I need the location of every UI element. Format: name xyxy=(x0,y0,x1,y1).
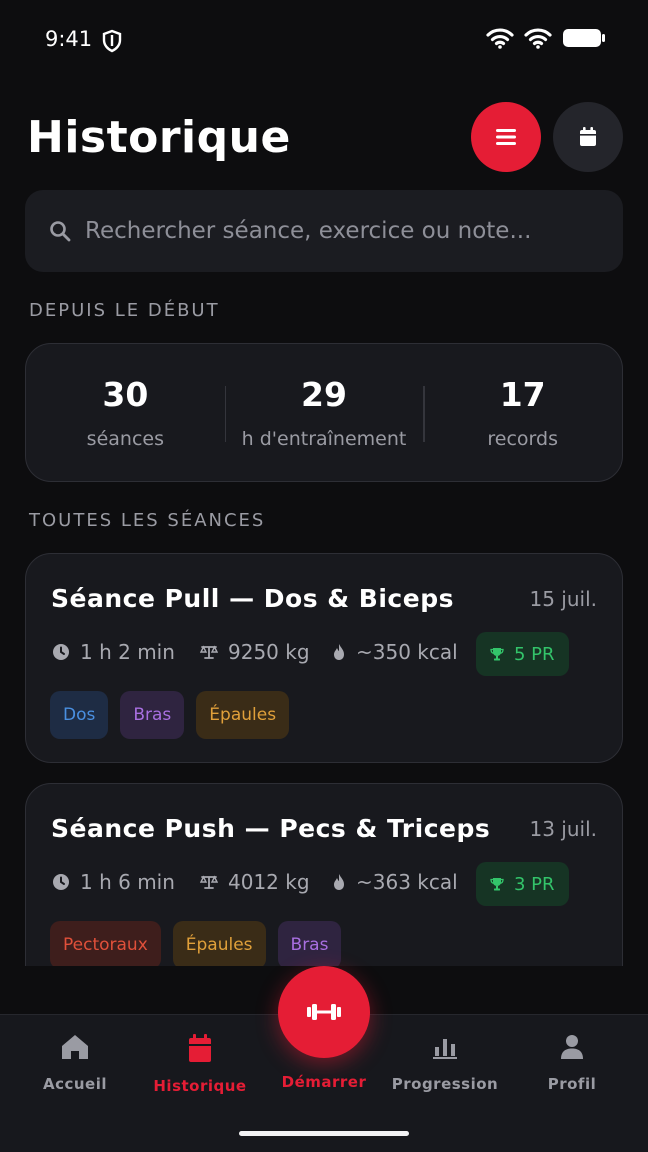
tag[interactable]: Épaules xyxy=(172,921,266,966)
stat-value: 17 xyxy=(499,375,546,414)
status-icons xyxy=(486,27,606,49)
scale-icon xyxy=(200,875,218,889)
stat-label: h d'entraînement xyxy=(241,428,407,450)
sessions-list[interactable]: Séance Pull — Dos & Biceps 15 juil. 1 h … xyxy=(0,552,648,966)
nav-item-historique[interactable]: Historique xyxy=(140,1015,260,1095)
stat-value: 30 xyxy=(102,375,149,414)
session-volume: 4012 kg xyxy=(200,870,310,894)
session-date: 13 juil. xyxy=(529,817,597,841)
home-indicator xyxy=(239,1131,409,1136)
session-card[interactable]: Séance Push — Pecs & Triceps 13 juil. 1 … xyxy=(25,783,623,966)
nav-label: Progression xyxy=(391,1075,499,1093)
status-bar: 9:41 xyxy=(0,0,648,80)
nav-label: Profil xyxy=(547,1075,597,1093)
pr-badge: 3 PR xyxy=(476,862,569,906)
tag[interactable]: Pectoraux xyxy=(50,921,161,966)
tag[interactable]: Dos xyxy=(50,691,109,739)
muscle-tags: Pectoraux Épaules Bras xyxy=(50,921,342,966)
search-icon xyxy=(50,221,71,242)
stat-records: 17 records xyxy=(423,344,622,481)
calendar-button[interactable] xyxy=(553,102,623,172)
nav-item-profil[interactable]: Profil xyxy=(512,1015,632,1093)
stat-hours: 29 h d'entraînement xyxy=(224,344,424,481)
trophy-icon xyxy=(490,648,504,661)
home-icon xyxy=(62,1035,88,1059)
trophy-icon xyxy=(490,878,504,891)
tag[interactable]: Bras xyxy=(120,691,185,739)
user-icon xyxy=(561,1035,583,1059)
clock-icon xyxy=(53,644,69,660)
stat-sessions: 30 séances xyxy=(26,344,225,481)
tag[interactable]: Épaules xyxy=(196,691,290,739)
menu-icon xyxy=(496,129,516,145)
calendar-icon xyxy=(580,127,596,146)
summary-section-label: DEPUIS LE DÉBUT xyxy=(29,300,220,321)
wifi-icon xyxy=(524,28,552,49)
search-input[interactable] xyxy=(85,218,585,244)
stat-label: séances xyxy=(86,428,164,450)
dumbbell-icon xyxy=(307,1004,341,1020)
bar-chart-icon xyxy=(433,1039,457,1059)
session-card[interactable]: Séance Pull — Dos & Biceps 15 juil. 1 h … xyxy=(25,553,623,763)
session-calories: ~350 kcal xyxy=(332,640,458,664)
session-duration: 1 h 2 min xyxy=(52,640,175,664)
session-volume: 9250 kg xyxy=(200,640,310,664)
shield-icon xyxy=(102,29,122,53)
flame-icon xyxy=(334,644,344,660)
wifi-icon xyxy=(486,28,514,49)
summary-stats-card: 30 séances 29 h d'entraînement 17 record… xyxy=(25,343,623,482)
sessions-section-label: TOUTES LES SÉANCES xyxy=(29,510,266,531)
start-workout-label[interactable]: Démarrer xyxy=(254,1073,394,1091)
start-workout-button[interactable] xyxy=(278,966,370,1058)
session-title: Séance Push — Pecs & Triceps xyxy=(51,814,491,843)
nav-label: Accueil xyxy=(42,1075,108,1093)
page-title: Historique xyxy=(27,112,291,163)
status-time: 9:41 xyxy=(45,27,93,51)
flame-icon xyxy=(334,874,344,890)
nav-label: Historique xyxy=(153,1077,247,1095)
session-title: Séance Pull — Dos & Biceps xyxy=(51,584,454,613)
session-calories: ~363 kcal xyxy=(332,870,458,894)
stat-value: 29 xyxy=(301,375,347,414)
muscle-tags: Dos Bras Épaules xyxy=(50,691,290,739)
nav-item-accueil[interactable]: Accueil xyxy=(15,1015,135,1093)
nav-item-progression[interactable]: Progression xyxy=(385,1015,505,1093)
menu-button[interactable] xyxy=(471,102,541,172)
session-date: 15 juil. xyxy=(529,587,597,611)
tag[interactable]: Bras xyxy=(277,921,342,966)
search-bar[interactable] xyxy=(25,190,623,272)
session-duration: 1 h 6 min xyxy=(52,870,175,894)
stat-label: records xyxy=(487,428,558,450)
clock-icon xyxy=(53,874,69,890)
battery-icon xyxy=(563,29,605,47)
calendar-icon xyxy=(189,1034,211,1062)
pr-badge: 5 PR xyxy=(476,632,569,676)
scale-icon xyxy=(200,645,218,659)
